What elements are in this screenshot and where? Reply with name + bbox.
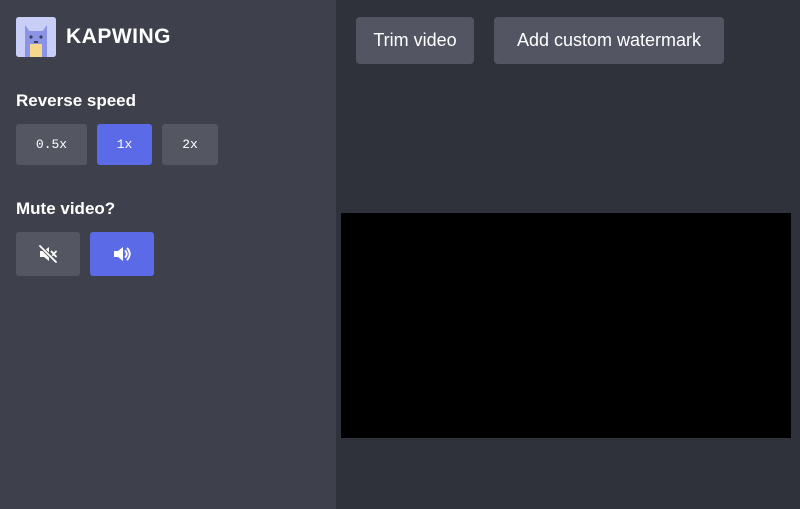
sidebar: KAPWING Reverse speed 0.5x 1x 2x Mute vi… bbox=[0, 0, 336, 509]
speed-2x-button[interactable]: 2x bbox=[162, 124, 218, 165]
cat-logo-icon bbox=[16, 17, 56, 57]
unmute-button[interactable] bbox=[90, 232, 154, 276]
mute-video-label: Mute video? bbox=[16, 199, 116, 218]
volume-on-icon bbox=[112, 244, 132, 264]
brand-name: KAPWING bbox=[66, 25, 171, 48]
trim-video-button[interactable]: Trim video bbox=[356, 17, 474, 64]
speed-1x-button[interactable]: 1x bbox=[97, 124, 152, 165]
app-root: KAPWING Reverse speed 0.5x 1x 2x Mute vi… bbox=[0, 0, 800, 509]
mute-button[interactable] bbox=[16, 232, 80, 276]
reverse-speed-label: Reverse speed bbox=[16, 91, 137, 110]
speed-0.5x-button[interactable]: 0.5x bbox=[16, 124, 87, 165]
video-preview[interactable] bbox=[341, 213, 791, 438]
add-watermark-button[interactable]: Add custom watermark bbox=[494, 17, 724, 64]
brand: KAPWING bbox=[16, 17, 171, 57]
volume-mute-icon bbox=[38, 244, 58, 264]
